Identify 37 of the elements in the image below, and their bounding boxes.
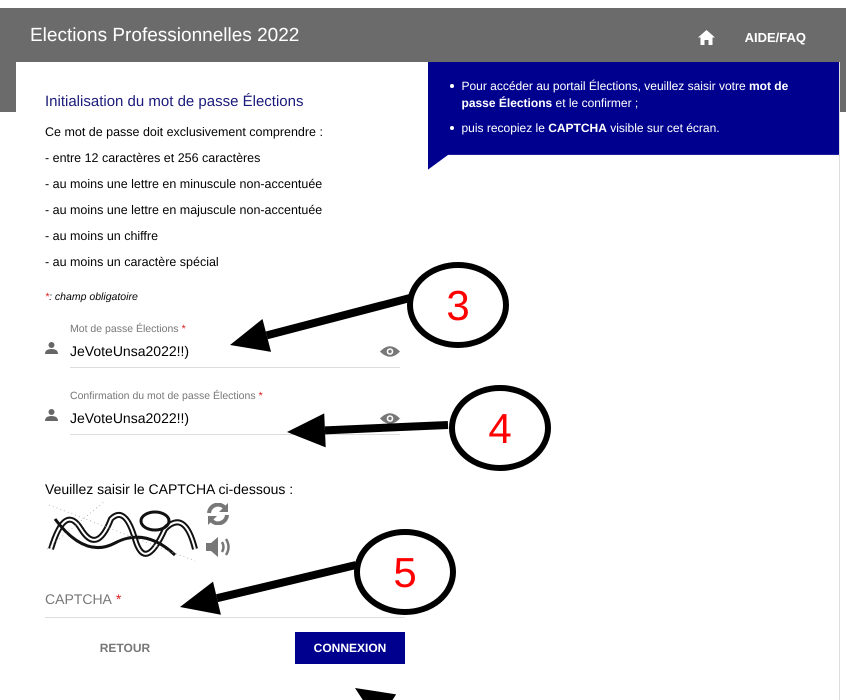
bullet-icon	[450, 126, 454, 130]
field-label: Confirmation du mot de passe Élections	[70, 390, 256, 402]
field-value: JeVoteUnsa2022!!)	[70, 343, 190, 359]
help-link[interactable]: AIDE/FAQ	[744, 28, 806, 48]
home-icon[interactable]	[698, 30, 715, 46]
required-mark: *	[182, 323, 186, 335]
back-button[interactable]: RETOUR	[45, 632, 205, 664]
eye-icon[interactable]	[380, 412, 400, 424]
speaker-icon[interactable]	[206, 537, 232, 557]
callout-badge: 5	[354, 529, 456, 615]
user-icon	[45, 409, 58, 421]
bullet-icon	[450, 84, 454, 88]
callout-badge: 3	[407, 262, 509, 348]
info-text: Pour accéder au portail Élections, veuillez saisir votre mot de passe Élections et le confirmer ;	[462, 78, 790, 112]
required-mark: *	[258, 390, 263, 402]
user-icon	[45, 342, 58, 354]
rule-text: - au moins une lettre en majuscule non-accentuée	[45, 203, 324, 217]
captcha-field[interactable]: CAPTCHA *	[45, 591, 122, 607]
rule-text: - au moins un caractère spécial	[45, 255, 220, 269]
required-mark: *	[45, 291, 50, 303]
intro-text: Ce mot de passe doit exclusivement comprendre :	[45, 125, 324, 139]
info-text: puis recopiez le CAPTCHA visible sur cet écran.	[462, 120, 720, 137]
field-value: JeVoteUnsa2022!!)	[70, 410, 190, 426]
rule-text: - entre 12 caractères et 256 caractères	[45, 151, 262, 165]
required-note: : champ obligatoire	[49, 291, 138, 303]
callout-badge: 4	[449, 385, 551, 471]
rule-text: - au moins un chiffre	[45, 229, 160, 243]
arrow	[355, 688, 396, 700]
app-title: Elections Professionnelles 2022	[30, 24, 300, 48]
refresh-icon[interactable]	[206, 503, 230, 525]
captcha-heading: Veuillez saisir le CAPTCHA ci-dessous :	[45, 481, 294, 497]
field-label: Mot de passe Élections	[70, 323, 179, 335]
rule-text: - au moins une lettre en minuscule non-accentuée	[45, 177, 324, 191]
required-mark: *	[116, 591, 122, 607]
form-title: Initialisation du mot de passe Élections	[45, 92, 304, 112]
connect-button[interactable]: CONNEXION	[295, 632, 405, 664]
field-placeholder: CAPTCHA	[45, 591, 112, 607]
